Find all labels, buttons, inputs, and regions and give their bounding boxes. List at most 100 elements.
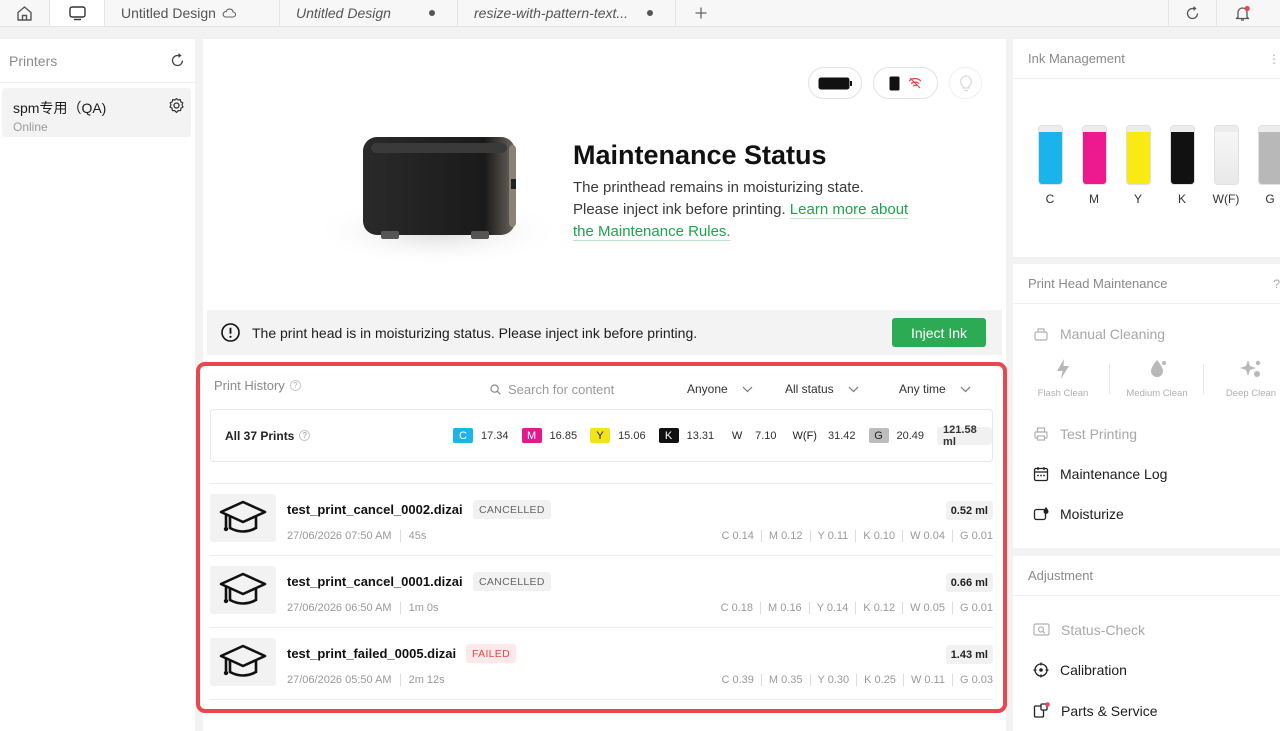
light-button[interactable] bbox=[949, 67, 982, 99]
job-total: 1.43 ml bbox=[945, 645, 993, 664]
history-search[interactable]: Search for content bbox=[490, 382, 614, 397]
crosshair-icon bbox=[1033, 662, 1049, 678]
time-filter[interactable]: Any time bbox=[899, 382, 971, 396]
help-icon[interactable]: ? bbox=[1273, 277, 1280, 291]
lightning-icon bbox=[1057, 359, 1069, 379]
new-tab-button[interactable] bbox=[676, 0, 726, 26]
notifications-button[interactable] bbox=[1216, 0, 1268, 26]
divider bbox=[760, 602, 762, 614]
chevron-down-icon bbox=[742, 386, 753, 392]
job-ink-usage: C 0.14 M 0.12 Y 0.11 K 0.10 W 0.04 G 0.01 bbox=[721, 530, 993, 542]
calibration-button[interactable]: Calibration bbox=[1033, 662, 1127, 678]
user-filter[interactable]: Anyone bbox=[687, 382, 753, 396]
job-date: 27/06/2026 06:50 AM bbox=[287, 602, 392, 614]
ink-level bbox=[1127, 131, 1150, 184]
adjustment-header: Adjustment bbox=[1013, 556, 1280, 596]
graduation-cap-icon bbox=[219, 500, 267, 533]
monitor-icon bbox=[68, 5, 86, 20]
drop-icon bbox=[1151, 360, 1166, 377]
moisturize-button[interactable]: Moisturize bbox=[1033, 506, 1124, 522]
divider bbox=[951, 530, 953, 542]
job-row[interactable]: test_print_cancel_0001.dizai CANCELLED 0.6… bbox=[210, 556, 993, 628]
flash-clean-button[interactable]: Flash Clean bbox=[1017, 358, 1109, 399]
job-ink-value: W 0.05 bbox=[910, 602, 945, 614]
summary-label: All 37 Prints ? bbox=[225, 428, 311, 443]
divider bbox=[1109, 364, 1110, 394]
job-duration: 2m 12s bbox=[408, 674, 445, 686]
job-name: test_print_failed_0005.dizai bbox=[287, 646, 457, 661]
job-ink-value: K 0.12 bbox=[863, 602, 896, 614]
refresh-icon[interactable] bbox=[170, 53, 185, 68]
medium-clean-button[interactable]: Medium Clean bbox=[1111, 358, 1203, 399]
status-badge: FAILED bbox=[466, 644, 516, 663]
divider bbox=[809, 674, 811, 686]
printer-detail: Maintenance Status The printhead remains… bbox=[196, 39, 1007, 731]
graduation-cap-icon bbox=[219, 572, 267, 605]
ink-tag: W bbox=[727, 428, 748, 443]
tab-label: resize-with-pattern-text... bbox=[474, 5, 629, 21]
printer-icon bbox=[1034, 427, 1048, 441]
ink-amount: 16.85 bbox=[549, 429, 578, 442]
divider bbox=[1203, 364, 1204, 394]
ink-management-title: Ink Management bbox=[1028, 51, 1125, 66]
maintenance-title: Maintenance Status bbox=[573, 140, 827, 170]
ink-amount: 13.31 bbox=[686, 429, 715, 442]
job-ink-value: G 0.01 bbox=[959, 530, 993, 542]
job-thumbnail bbox=[210, 638, 276, 686]
refresh-button[interactable] bbox=[1168, 0, 1216, 26]
ink-vial-y[interactable] bbox=[1126, 125, 1151, 185]
flash-clean-label: Flash Clean bbox=[1037, 388, 1089, 399]
status-badge: CANCELLED bbox=[473, 500, 551, 519]
tab-untitled-design-2[interactable]: Untitled Design bbox=[280, 0, 458, 26]
job-duration: 45s bbox=[408, 530, 427, 542]
printer-item[interactable]: spm专用（QA) Online bbox=[2, 88, 191, 137]
divider bbox=[399, 602, 401, 614]
home-button[interactable] bbox=[0, 0, 50, 26]
printers-title: Printers bbox=[9, 52, 58, 69]
help-icon[interactable]: ? bbox=[289, 380, 301, 391]
tab-label: Untitled Design bbox=[121, 5, 216, 21]
job-row[interactable]: test_print_cancel_0002.dizai CANCELLED 0.5… bbox=[210, 484, 993, 556]
maintenance-log-button[interactable]: Maintenance Log bbox=[1033, 466, 1167, 482]
ink-tag: W(F) bbox=[789, 428, 820, 443]
ink-vial-g[interactable] bbox=[1258, 125, 1280, 185]
device-tab[interactable] bbox=[50, 0, 105, 26]
ink-vial-k[interactable] bbox=[1170, 125, 1195, 185]
connection-status[interactable] bbox=[873, 67, 938, 99]
job-name: test_print_cancel_0002.dizai bbox=[287, 502, 463, 517]
status-filter[interactable]: All status bbox=[785, 382, 859, 396]
parts-service-button[interactable]: Parts & Service bbox=[1033, 702, 1157, 719]
ink-vial-m[interactable] bbox=[1082, 125, 1107, 185]
ink-vial-wf[interactable] bbox=[1214, 125, 1239, 185]
divider bbox=[808, 602, 810, 614]
expand-icon[interactable]: ⋮ bbox=[1268, 52, 1280, 66]
status-filter-value: All status bbox=[785, 382, 834, 396]
divider bbox=[856, 674, 858, 686]
ink-vial-c[interactable] bbox=[1038, 125, 1063, 185]
search-input[interactable]: Search for content bbox=[508, 382, 614, 397]
tab-resize-with-pattern[interactable]: resize-with-pattern-text... bbox=[458, 0, 676, 26]
job-ink-value: G 0.01 bbox=[959, 602, 993, 614]
gear-icon[interactable] bbox=[168, 97, 185, 114]
ink-usage-y: Y 15.06 bbox=[590, 428, 646, 443]
parts-service-label: Parts & Service bbox=[1061, 702, 1158, 719]
status-check-label: Status-Check bbox=[1061, 622, 1146, 638]
job-row[interactable]: test_print_failed_0005.dizai FAILED 1.43 m… bbox=[210, 628, 993, 700]
printer-image bbox=[312, 137, 564, 267]
summary-count: All 37 Prints bbox=[225, 428, 295, 443]
graduation-cap-icon bbox=[219, 644, 267, 677]
ink-usage-wf: W(F) 31.42 bbox=[789, 428, 856, 443]
help-icon[interactable]: ? bbox=[299, 430, 311, 441]
printer-status: Online bbox=[13, 120, 48, 134]
ink-level bbox=[1171, 131, 1194, 184]
ink-usage-c: C 17.34 bbox=[453, 428, 509, 443]
ink-management-header: Ink Management ⋮ bbox=[1013, 39, 1280, 79]
ink-tag: K bbox=[658, 428, 679, 443]
tab-untitled-design-1[interactable]: Untitled Design bbox=[105, 0, 280, 26]
inject-ink-button[interactable]: Inject Ink bbox=[892, 318, 986, 347]
divider bbox=[855, 602, 857, 614]
ink-label: Y bbox=[1133, 192, 1142, 206]
print-history-header: Print History ? bbox=[214, 378, 301, 393]
battery-status[interactable] bbox=[808, 67, 862, 99]
deep-clean-button[interactable]: Deep Clean bbox=[1205, 358, 1280, 399]
